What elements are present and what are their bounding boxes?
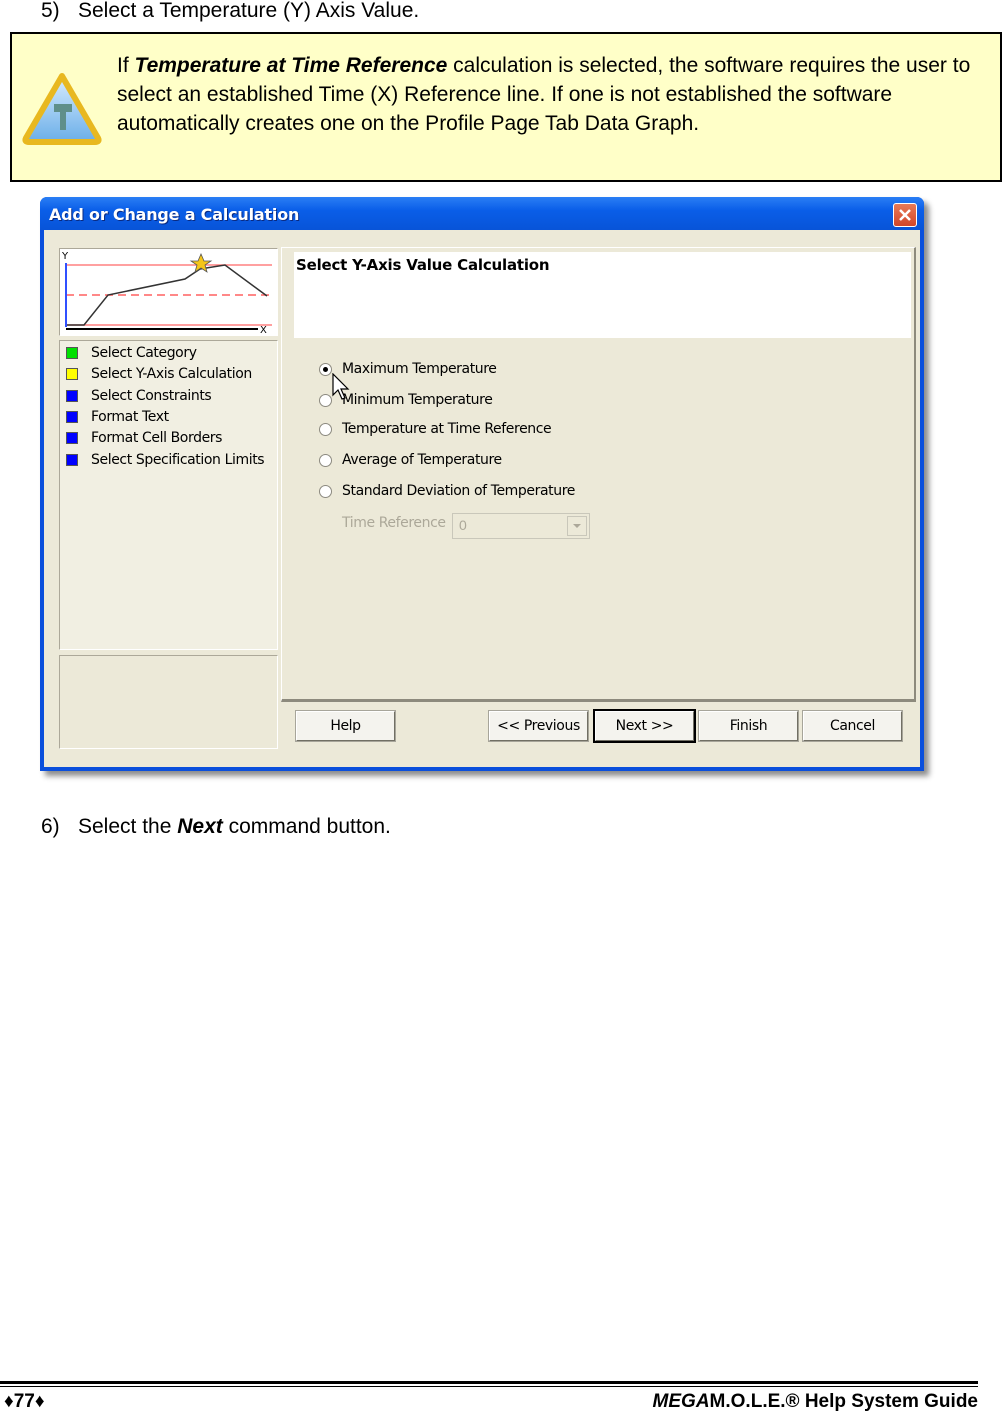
dropdown-arrow[interactable]	[567, 516, 587, 536]
step-text-after: command button.	[222, 815, 391, 838]
close-button[interactable]	[893, 203, 917, 227]
preview-graph: Y X	[59, 248, 278, 336]
x-axis-label: X	[260, 325, 267, 335]
wizard-step-label: Format Cell Borders	[91, 430, 223, 446]
footer-rule-thin	[0, 1386, 978, 1387]
step-text-before: Select the	[78, 815, 178, 838]
time-reference-value: 0	[459, 517, 467, 533]
step-color-swatch	[66, 368, 78, 380]
chevron-down-icon	[573, 524, 581, 528]
step-number: 6)	[41, 815, 60, 838]
next-button[interactable]: Next >>	[593, 709, 696, 743]
brand-rest: M.O.L.E.® Help System Guide	[709, 1391, 978, 1412]
radio-button[interactable]	[319, 423, 332, 436]
step-number: 5)	[41, 0, 60, 22]
step-text: Select a Temperature (Y) Axis Value.	[78, 0, 420, 22]
button-bar: Help << Previous Next >> Finish Cancel	[281, 705, 916, 749]
tip-triangle-icon	[22, 73, 102, 145]
wizard-step-label: Select Constraints	[91, 388, 212, 404]
dialog-client: Y X Select Category Select Y-Axis Calcul…	[44, 230, 920, 767]
wizard-step-label: Select Specification Limits	[91, 452, 265, 468]
time-reference-select[interactable]: 0	[452, 513, 590, 539]
close-icon	[899, 209, 911, 221]
note-text: If Temperature at Time Reference calcula…	[117, 51, 990, 138]
step-color-swatch	[66, 347, 78, 359]
brand-italic: MEGA	[652, 1391, 710, 1412]
calculation-dialog: Add or Change a Calculation Y X Select C…	[40, 197, 924, 771]
step-color-swatch	[66, 390, 78, 402]
wizard-step-label: Format Text	[91, 409, 169, 425]
step-color-swatch	[66, 432, 78, 444]
left-info-panel	[59, 655, 278, 749]
step-color-swatch	[66, 411, 78, 423]
radio-button[interactable]	[319, 485, 332, 498]
step-color-swatch	[66, 454, 78, 466]
note-prefix: If	[117, 54, 135, 77]
mouse-cursor-icon	[332, 373, 350, 400]
note-emphasis: Temperature at Time Reference	[134, 54, 448, 77]
cancel-button[interactable]: Cancel	[802, 710, 903, 742]
radio-label: Temperature at Time Reference	[342, 421, 552, 437]
radio-button[interactable]	[319, 394, 332, 407]
page-number: ♦77♦	[4, 1391, 45, 1412]
y-axis-label: Y	[61, 251, 69, 262]
radio-label: Minimum Temperature	[342, 392, 493, 408]
help-button[interactable]: Help	[295, 710, 396, 742]
dialog-title: Add or Change a Calculation	[49, 205, 300, 224]
radio-label: Average of Temperature	[342, 452, 502, 468]
panel-title: Select Y-Axis Value Calculation	[296, 256, 550, 274]
guide-title: MEGAM.O.L.E.® Help System Guide	[653, 1391, 978, 1413]
title-bar[interactable]: Add or Change a Calculation	[40, 197, 924, 230]
radio-label: Standard Deviation of Temperature	[342, 483, 575, 499]
step-emphasis: Next	[177, 815, 223, 838]
calculation-panel: Select Y-Axis Value Calculation Maximum …	[281, 247, 916, 702]
time-reference-label: Time Reference	[342, 515, 446, 531]
radio-button[interactable]	[319, 454, 332, 467]
radio-label: Maximum Temperature	[342, 361, 497, 377]
radio-button[interactable]	[319, 363, 332, 376]
panel-header: Select Y-Axis Value Calculation	[294, 252, 911, 338]
finish-button[interactable]: Finish	[698, 710, 799, 742]
wizard-step-label: Select Category	[91, 345, 197, 361]
previous-button[interactable]: << Previous	[488, 710, 589, 742]
step-text: Select the Next command button.	[78, 815, 391, 839]
note-box: If Temperature at Time Reference calcula…	[10, 32, 1002, 182]
footer-rule	[0, 1381, 978, 1384]
wizard-steps-list: Select Category Select Y-Axis Calculatio…	[59, 340, 278, 650]
wizard-step-label: Select Y-Axis Calculation	[91, 366, 252, 382]
preview-graph-svg: Y X	[61, 251, 272, 336]
